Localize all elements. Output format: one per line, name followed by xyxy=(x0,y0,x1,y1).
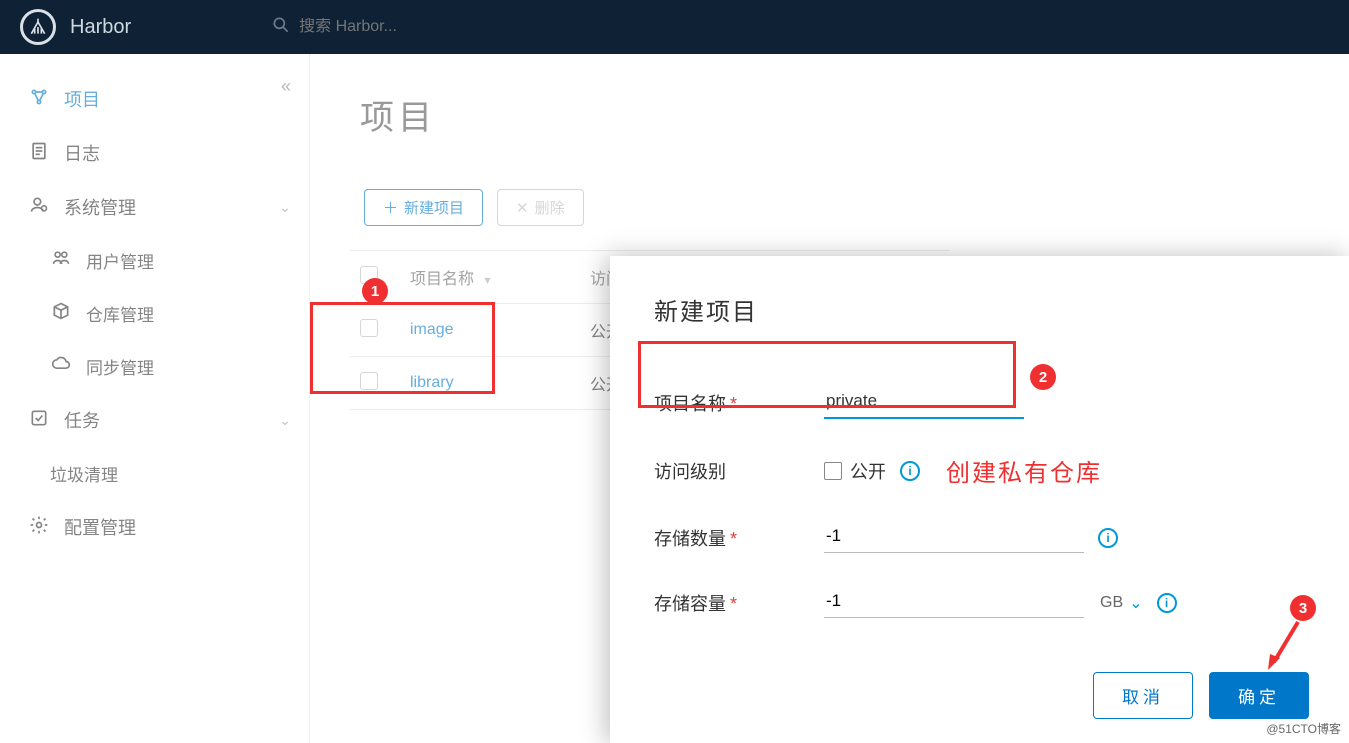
public-checkbox[interactable] xyxy=(824,462,842,480)
modal-title: 新建项目 xyxy=(654,292,1305,327)
brand: Harbor xyxy=(20,9,131,45)
field-access-level: 访问级别 公开 i 创建私有仓库 xyxy=(654,453,1305,488)
watermark: @51CTO博客 xyxy=(1266,720,1341,737)
field-project-name: 项目名称* xyxy=(654,387,1305,419)
public-checkbox-label: 公开 xyxy=(850,458,886,484)
label-quota-count: 存储数量* xyxy=(654,525,824,551)
field-quota-count: 存储数量* i xyxy=(654,522,1305,553)
brand-text: Harbor xyxy=(70,16,131,39)
app-body: « 项目 日志 系统管理 ⌄ 用户管理 xyxy=(0,54,1349,743)
info-icon[interactable]: i xyxy=(900,461,920,481)
cancel-button[interactable]: 取消 xyxy=(1093,672,1193,719)
new-project-modal: 新建项目 项目名称* 访问级别 公开 i 创建私有仓库 存储数量* i 存储容量… xyxy=(610,256,1349,743)
global-search-input[interactable] xyxy=(299,18,539,36)
project-name-input[interactable] xyxy=(824,387,1024,419)
chevron-down-icon: ⌄ xyxy=(1129,593,1142,613)
label-project-name: 项目名称* xyxy=(654,390,824,416)
global-search[interactable] xyxy=(271,15,539,40)
confirm-button[interactable]: 确定 xyxy=(1209,672,1309,719)
quota-size-unit-select[interactable]: GB ⌄ xyxy=(1100,593,1143,613)
callout-badge-2: 2 xyxy=(1030,364,1056,390)
quota-size-input[interactable] xyxy=(824,587,1084,618)
callout-arrow-3 xyxy=(1266,618,1306,674)
label-quota-size: 存储容量* xyxy=(654,590,824,616)
field-quota-size: 存储容量* GB ⌄ i xyxy=(654,587,1305,618)
harbor-logo-icon xyxy=(20,9,56,45)
quota-count-input[interactable] xyxy=(824,522,1084,553)
info-icon[interactable]: i xyxy=(1157,593,1177,613)
label-access-level: 访问级别 xyxy=(654,458,824,484)
modal-actions: 取消 确定 xyxy=(1093,672,1309,719)
annotation-text: 创建私有仓库 xyxy=(946,453,1102,488)
search-icon xyxy=(271,15,291,40)
top-bar: Harbor xyxy=(0,0,1349,54)
callout-badge-1: 1 xyxy=(362,278,388,304)
info-icon[interactable]: i xyxy=(1098,528,1118,548)
